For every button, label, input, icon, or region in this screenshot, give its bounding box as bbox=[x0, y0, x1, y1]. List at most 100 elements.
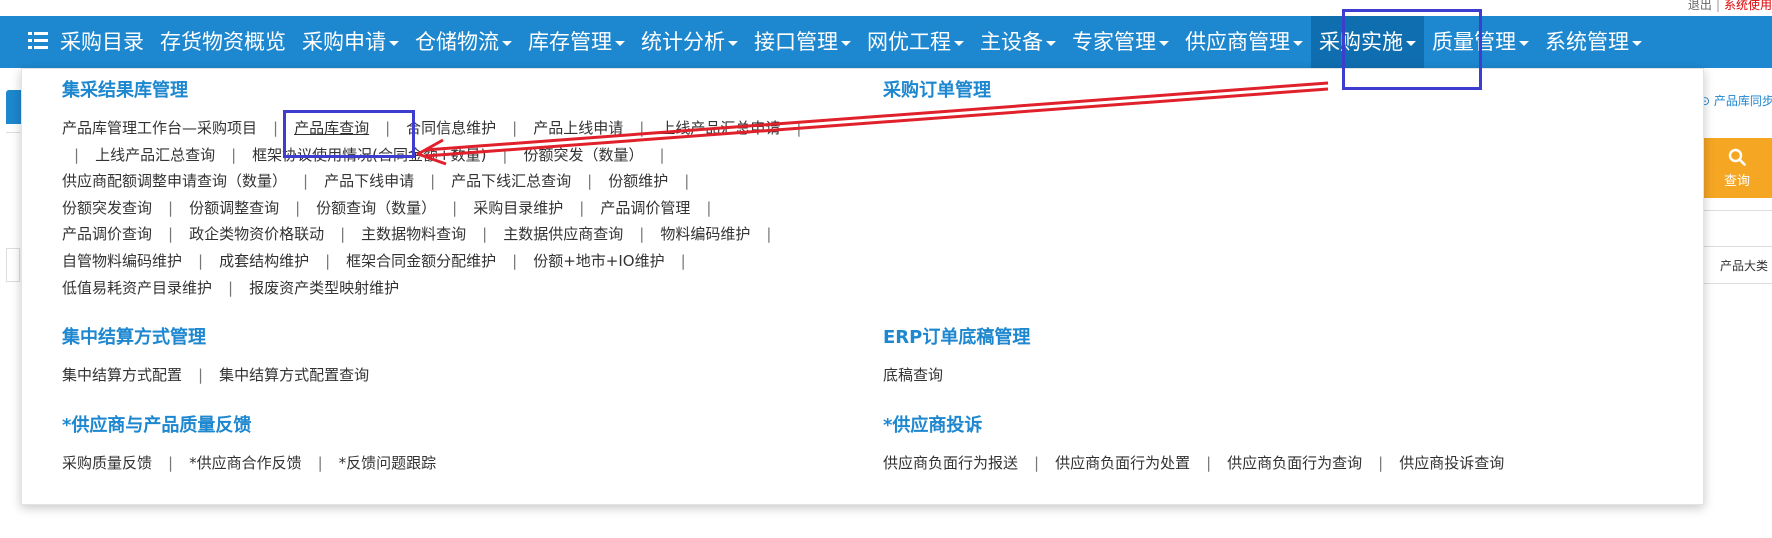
menu-link[interactable]: 份额突发（数量） bbox=[523, 146, 643, 164]
nav-item-12[interactable]: 质量管理 bbox=[1424, 16, 1537, 68]
link-separator: | bbox=[502, 145, 508, 164]
link-separator: | bbox=[512, 251, 518, 270]
nav-item-5[interactable]: 统计分析 bbox=[633, 16, 746, 68]
link-separator: | bbox=[1378, 454, 1384, 472]
nav-item-10[interactable]: 供应商管理 bbox=[1177, 16, 1311, 68]
nav-item-1[interactable]: 存货物资概览 bbox=[152, 16, 294, 68]
nav-item-label: 存货物资概览 bbox=[160, 30, 286, 54]
menu-link[interactable]: *反馈问题跟踪 bbox=[339, 454, 437, 472]
link-separator: | bbox=[1034, 454, 1040, 472]
menu-link[interactable]: 供应商负面行为查询 bbox=[1227, 454, 1362, 472]
menu-link[interactable]: 自管物料编码维护 bbox=[62, 252, 182, 270]
caret-down-icon bbox=[1159, 40, 1169, 46]
section-title-jicai: 集采结果库管理 bbox=[62, 80, 188, 101]
menu-link[interactable]: 供应商负面行为处置 bbox=[1055, 454, 1190, 472]
menu-link[interactable]: 框架协议使用情况(合同金额+数量) bbox=[252, 146, 486, 164]
top-utility-bar: 退出 | 系统使用 bbox=[0, 0, 1772, 16]
menu-link[interactable]: 供应商配额调整申请查询（数量） bbox=[62, 172, 287, 190]
links-erp: 底稿查询 bbox=[883, 362, 1583, 389]
nav-item-11[interactable]: 采购实施 bbox=[1311, 16, 1424, 68]
menu-link[interactable]: 低值易耗资产目录维护 bbox=[62, 279, 212, 297]
nav-item-0[interactable]: 采购目录 bbox=[52, 16, 152, 68]
nav-item-6[interactable]: 接口管理 bbox=[746, 16, 859, 68]
menu-link[interactable]: 集中结算方式配置查询 bbox=[219, 366, 369, 384]
menu-link[interactable]: *供应商合作反馈 bbox=[189, 454, 302, 472]
nav-item-8[interactable]: 主设备 bbox=[972, 16, 1064, 68]
caret-down-icon bbox=[841, 40, 851, 46]
link-row: 采购质量反馈 | *供应商合作反馈 | *反馈问题跟踪 bbox=[62, 450, 762, 477]
nav-item-label: 采购实施 bbox=[1319, 30, 1403, 54]
section-jicai: 集采结果库管理 产品库管理工作台—采购项目 | 产品库查询 | 合同信息维护 | 产品上线申… bbox=[62, 79, 862, 301]
menu-link[interactable]: 份额调整查询 bbox=[189, 199, 279, 217]
menu-link[interactable]: 产品下线申请 bbox=[324, 172, 414, 190]
caret-down-icon bbox=[502, 40, 512, 46]
link-separator: | bbox=[684, 172, 690, 191]
links-settle: 集中结算方式配置 | 集中结算方式配置查询 bbox=[62, 362, 762, 389]
menu-link[interactable]: 上线产品汇总查询 bbox=[95, 146, 215, 164]
menu-link[interactable]: 产品调价查询 bbox=[62, 225, 152, 243]
nav-item-13[interactable]: 系统管理 bbox=[1537, 16, 1650, 68]
nav-item-9[interactable]: 专家管理 bbox=[1064, 16, 1177, 68]
system-use-link[interactable]: 系统使用 bbox=[1724, 0, 1772, 12]
hamburger-menu-icon[interactable] bbox=[28, 32, 48, 50]
menu-link[interactable]: 产品上线申请 bbox=[533, 119, 623, 137]
menu-link[interactable]: 合同信息维护 bbox=[406, 119, 496, 137]
nav-item-3[interactable]: 仓储物流 bbox=[407, 16, 520, 68]
nav-item-label: 专家管理 bbox=[1072, 30, 1156, 54]
nav-item-label: 供应商管理 bbox=[1185, 30, 1290, 54]
caret-down-icon bbox=[1293, 40, 1303, 46]
link-separator: | bbox=[452, 198, 458, 217]
nav-items: 采购目录 存货物资概览 采购申请 仓储物流 库存管理 统计分析 接口管理 网优工程 主设备 专家管… bbox=[52, 16, 1650, 68]
nav-item-4[interactable]: 库存管理 bbox=[520, 16, 633, 68]
link-separator: | bbox=[659, 145, 665, 164]
menu-link[interactable]: 成套结构维护 bbox=[219, 252, 309, 270]
caret-down-icon bbox=[615, 40, 625, 46]
link-separator: | bbox=[385, 119, 391, 137]
menu-link[interactable]: 供应商投诉查询 bbox=[1399, 454, 1504, 472]
menu-link[interactable]: 报废资产类型映射维护 bbox=[249, 279, 399, 297]
section-title-erp: ERP订单底稿管理 bbox=[883, 327, 1031, 348]
logout-link[interactable]: 退出 bbox=[1688, 0, 1712, 12]
menu-link[interactable]: 产品调价管理 bbox=[600, 199, 690, 217]
links-complaint: 供应商负面行为报送 | 供应商负面行为处置 | 供应商负面行为查询 | 供应商投诉查询 bbox=[883, 450, 1683, 477]
link-row: 产品调价查询 | 政企类物资价格联动 | 主数据物料查询 | 主数据供应商查询 | 物料编码维护… bbox=[62, 221, 862, 248]
menu-link[interactable]: 产品下线汇总查询 bbox=[451, 172, 571, 190]
menu-link[interactable]: 底稿查询 bbox=[883, 366, 943, 384]
menu-link[interactable]: 集中结算方式配置 bbox=[62, 366, 182, 384]
link-separator: | bbox=[303, 172, 309, 191]
caret-down-icon bbox=[728, 40, 738, 46]
query-button[interactable]: 查询 bbox=[1702, 138, 1772, 198]
menu-link[interactable]: 份额+地市+IO维护 bbox=[533, 252, 664, 270]
link-row: 集中结算方式配置 | 集中结算方式配置查询 bbox=[62, 362, 762, 389]
caret-down-icon bbox=[1046, 40, 1056, 46]
nav-item-label: 统计分析 bbox=[641, 30, 725, 54]
menu-link[interactable]: 产品库查询 bbox=[294, 119, 369, 137]
menu-link[interactable]: 采购质量反馈 bbox=[62, 454, 152, 472]
menu-link[interactable]: 采购目录维护 bbox=[473, 199, 563, 217]
link-separator: | bbox=[198, 366, 204, 384]
menu-link[interactable]: 份额突发查询 bbox=[62, 199, 152, 217]
menu-link[interactable]: 主数据供应商查询 bbox=[503, 225, 623, 243]
link-separator: | bbox=[766, 225, 772, 244]
menu-link[interactable]: 框架合同金额分配维护 bbox=[346, 252, 496, 270]
utility-separator: | bbox=[1715, 0, 1720, 12]
section-title-order: 采购订单管理 bbox=[883, 80, 991, 101]
link-row: 底稿查询 bbox=[883, 362, 1583, 389]
menu-link[interactable]: 上线产品汇总申请 bbox=[660, 119, 780, 137]
link-row: 供应商配额调整申请查询（数量） | 产品下线申请 | 产品下线汇总查询 | 份额维护 | bbox=[62, 168, 862, 195]
nav-item-2[interactable]: 采购申请 bbox=[294, 16, 407, 68]
menu-link[interactable]: 产品库管理工作台—采购项目 bbox=[62, 119, 257, 137]
menu-link[interactable]: 份额查询（数量） bbox=[316, 199, 436, 217]
menu-link[interactable]: 政企类物资价格联动 bbox=[189, 225, 324, 243]
nav-item-label: 主设备 bbox=[980, 30, 1043, 54]
nav-item-7[interactable]: 网优工程 bbox=[859, 16, 972, 68]
menu-link[interactable]: 份额维护 bbox=[608, 172, 668, 190]
menu-link[interactable]: 主数据物料查询 bbox=[361, 225, 466, 243]
section-title-complaint: *供应商投诉 bbox=[883, 415, 983, 436]
menu-link[interactable]: 物料编码维护 bbox=[660, 225, 750, 243]
background-divider-right bbox=[1702, 210, 1772, 211]
link-separator: | bbox=[228, 278, 234, 297]
menu-link[interactable]: 供应商负面行为报送 bbox=[883, 454, 1018, 472]
product-sync-link[interactable]: ⊙ 产品库同步 bbox=[1700, 92, 1772, 109]
caret-down-icon bbox=[1632, 40, 1642, 46]
